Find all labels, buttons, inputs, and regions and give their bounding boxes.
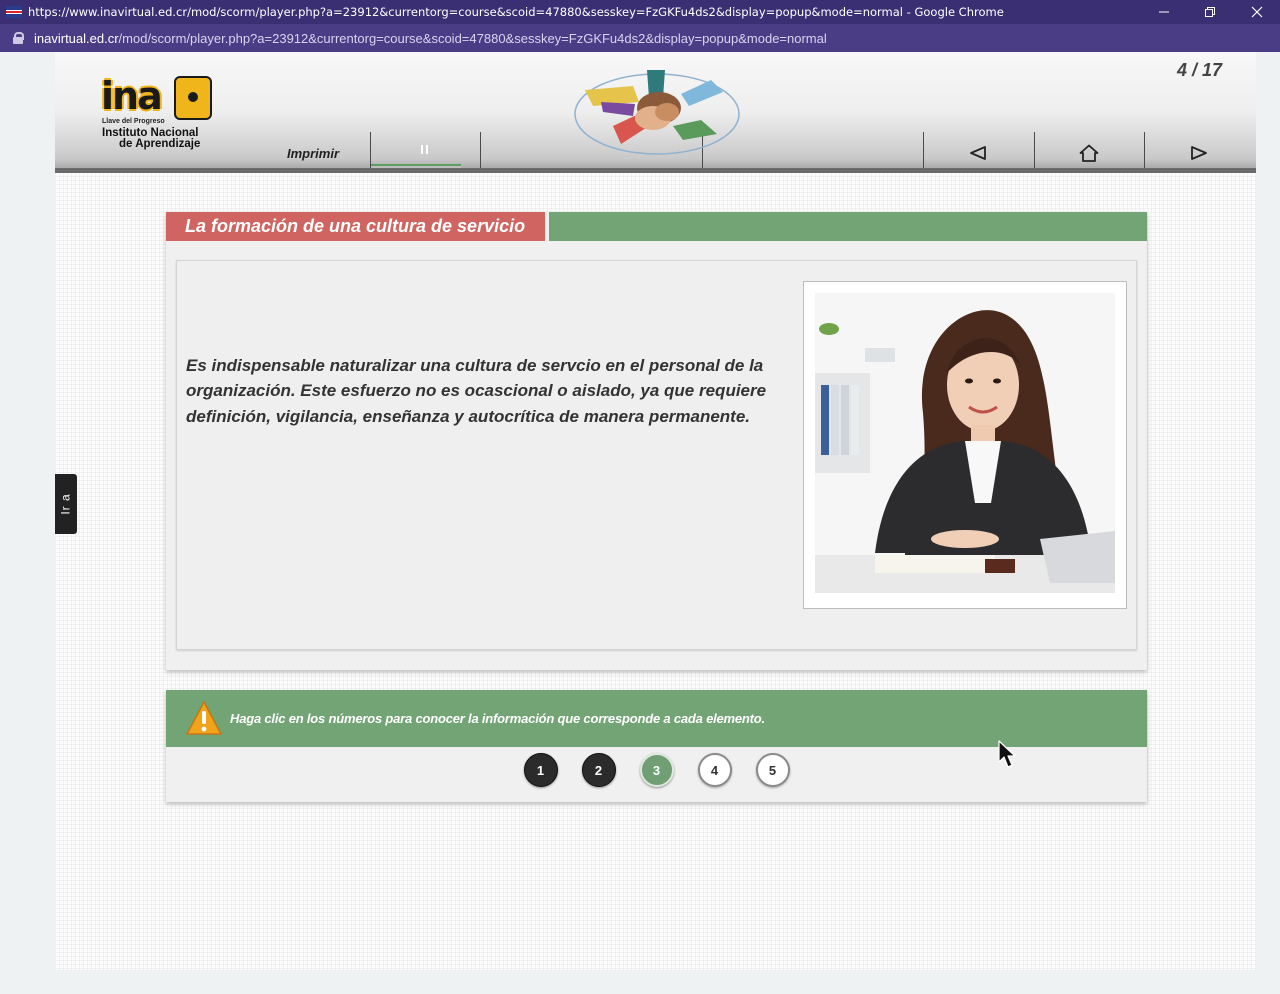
number-button-4[interactable]: 4 <box>697 753 732 787</box>
window-title: https://www.inavirtual.ed.cr/mod/scorm/p… <box>28 5 1004 19</box>
header-bottom-rule <box>55 168 1256 173</box>
restore-button[interactable] <box>1187 0 1233 24</box>
content-card: La formación de una cultura de servicio … <box>166 212 1147 670</box>
content-body-text: Es indispensable naturalizar una cultura… <box>186 356 767 426</box>
home-button[interactable] <box>1034 132 1144 173</box>
logo-institute-line2: de Aprendizaje <box>119 138 201 150</box>
mouse-cursor-icon <box>998 740 1016 768</box>
restore-icon <box>1205 7 1215 17</box>
page-indicator: 4 / 17 <box>1176 60 1222 80</box>
minimize-button[interactable] <box>1141 0 1187 24</box>
lock-icon <box>13 32 24 44</box>
url-host: inavirtual.ed.cr <box>34 30 119 46</box>
instruction-bar: Haga clic en los números para conocer la… <box>166 690 1147 747</box>
course-header: ina Llave del Progreso Instituto Naciona… <box>55 52 1256 173</box>
instruction-text: Haga clic en los números para conocer la… <box>230 711 765 726</box>
teamwork-hands-illustration <box>574 70 740 155</box>
home-icon <box>1079 144 1099 162</box>
ina-logo: ina Llave del Progreso Instituto Naciona… <box>99 74 215 150</box>
minimize-icon <box>1159 11 1169 13</box>
logo-wordmark: ina <box>101 74 163 118</box>
number-button-2[interactable]: 2 <box>581 753 616 787</box>
previous-page-button[interactable] <box>923 132 1033 173</box>
close-window-button[interactable] <box>1234 0 1280 24</box>
audio-player[interactable] <box>371 132 481 173</box>
logo-tagline: Llave del Progreso <box>102 118 165 125</box>
warning-icon <box>186 701 222 735</box>
pause-icon[interactable] <box>421 145 428 154</box>
number-button-5[interactable]: 5 <box>755 753 790 787</box>
url-path: /mod/scorm/player.php?a=23912&currentorg… <box>118 30 827 46</box>
number-button-3[interactable]: 3 <box>639 753 674 787</box>
header-divider <box>480 132 481 173</box>
prev-arrow-icon <box>970 145 986 160</box>
print-button[interactable]: Imprimir <box>287 146 339 161</box>
businesswoman-photo <box>815 293 1115 593</box>
next-arrow-icon <box>1191 145 1207 160</box>
content-panel: Es indispensable naturalizar una cultura… <box>176 260 1137 650</box>
content-title: La formación de una cultura de servicio <box>166 212 545 241</box>
photo-frame <box>803 281 1127 609</box>
close-icon <box>1251 6 1263 18</box>
scorm-player-page: ina Llave del Progreso Instituto Naciona… <box>55 52 1256 970</box>
number-button-1[interactable]: 1 <box>523 753 558 787</box>
browser-title-bar: https://www.inavirtual.ed.cr/mod/scorm/p… <box>0 0 1280 24</box>
go-to-side-tab[interactable]: Ir a <box>55 474 77 534</box>
address-bar[interactable]: inavirtual.ed.cr/mod/scorm/player.php?a=… <box>0 24 1280 52</box>
next-page-button[interactable] <box>1144 132 1254 173</box>
card-title-bar: La formación de una cultura de servicio <box>166 212 1147 241</box>
go-to-label: Ir a <box>59 493 73 515</box>
logo-key-icon <box>174 76 212 120</box>
title-accent-bar <box>549 212 1147 241</box>
site-favicon-icon <box>6 6 22 18</box>
